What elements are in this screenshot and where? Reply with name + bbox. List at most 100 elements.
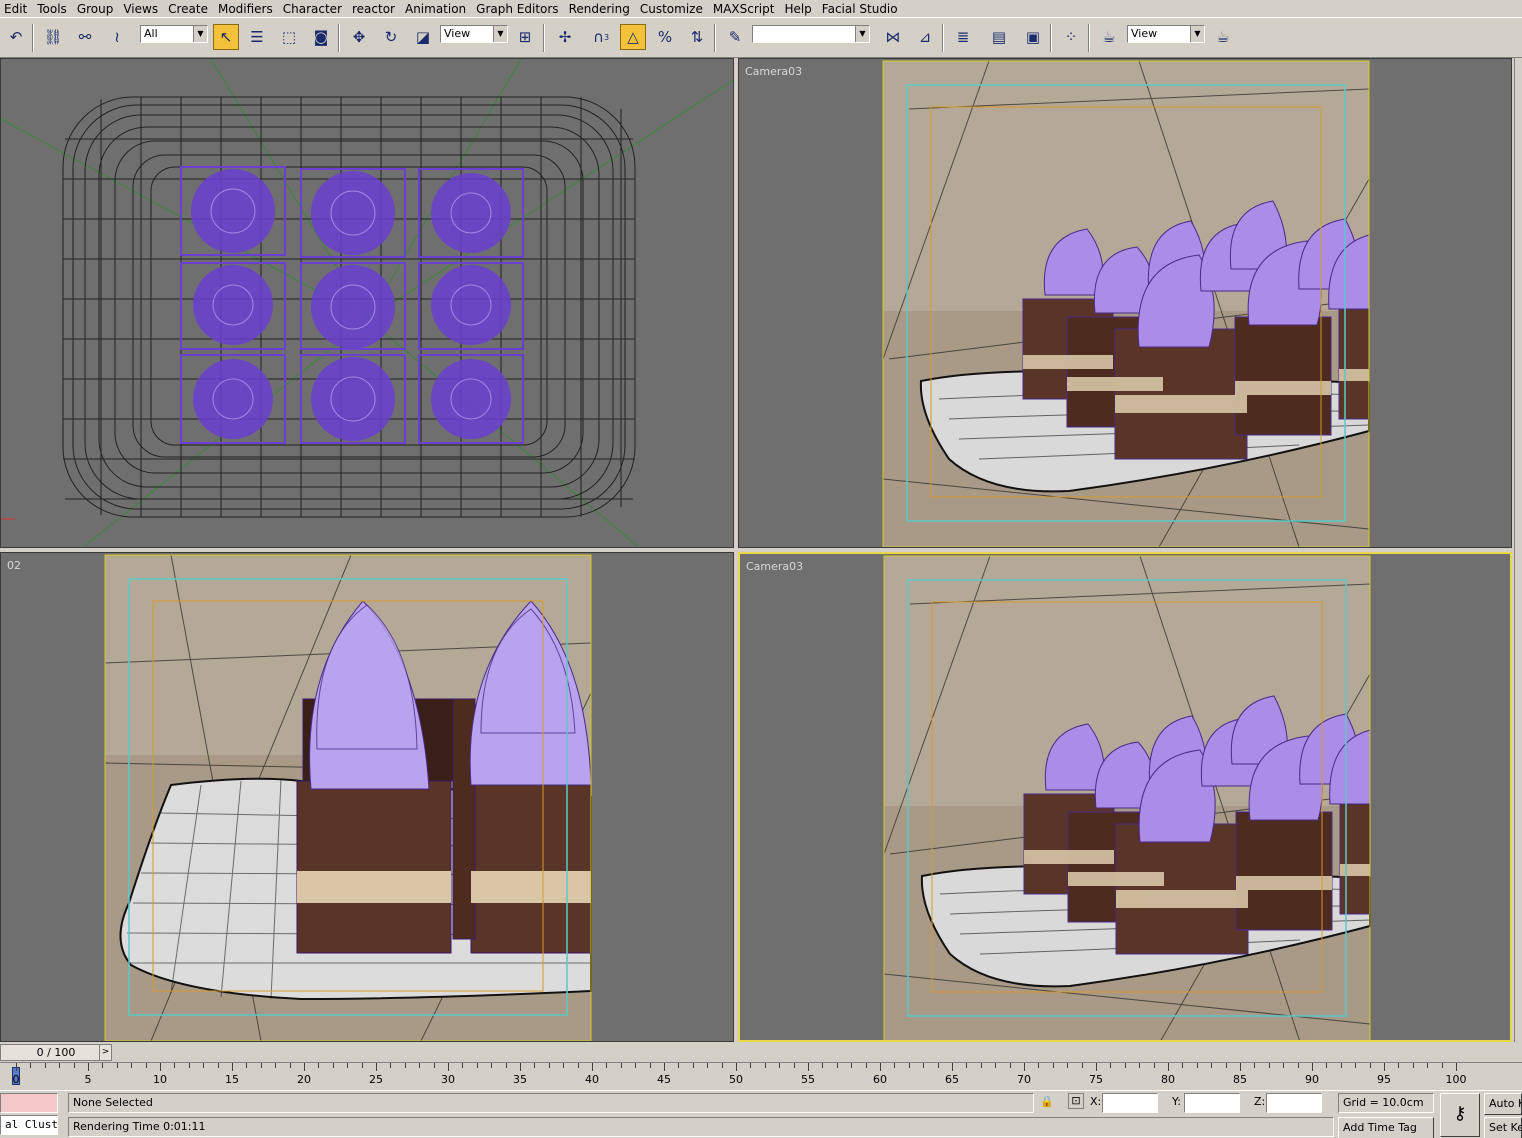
menu-customize[interactable]: Customize (636, 1, 709, 17)
auto-key-button[interactable]: Auto Ke (1484, 1093, 1522, 1115)
track-tick (952, 1063, 953, 1071)
lock-icon[interactable]: 🔒 (1040, 1093, 1054, 1111)
chevron-right-icon[interactable]: > (99, 1045, 111, 1060)
edit-named-selection-icon[interactable]: ✎ (722, 24, 748, 50)
maxscript-listener-pink[interactable] (0, 1093, 58, 1113)
curve-editor-icon[interactable]: ▤ (986, 24, 1012, 50)
menu-group[interactable]: Group (73, 1, 120, 17)
track-tick-label: 45 (657, 1073, 671, 1086)
track-tick-label: 70 (1017, 1073, 1031, 1086)
command-panel-edge (1514, 58, 1522, 1042)
menu-character[interactable]: Character (279, 1, 348, 17)
pivot-center-icon[interactable]: ⊞ (512, 24, 538, 50)
percent-snap-icon[interactable]: % (652, 24, 678, 50)
track-tick (635, 1063, 637, 1068)
viewport-label[interactable]: 02 (7, 559, 21, 572)
maxscript-mini-listener[interactable]: al Clust (0, 1115, 58, 1135)
track-tick-label: 15 (225, 1073, 239, 1086)
unlink-icon[interactable]: ⚯ (72, 24, 98, 50)
snap-toggle-icon[interactable]: ∩ 3 (588, 24, 614, 50)
menu-maxscript[interactable]: MAXScript (709, 1, 781, 17)
bind-space-warp-icon[interactable]: ≀ (104, 24, 130, 50)
viewport-top[interactable] (0, 58, 734, 548)
selection-filter-dropdown[interactable]: All ▼ (140, 25, 208, 43)
render-scene-icon[interactable]: ☕ (1096, 24, 1122, 50)
quick-render-icon[interactable]: ☕ (1210, 24, 1236, 50)
undo-icon[interactable]: ↶ (3, 24, 29, 50)
track-tick (995, 1063, 997, 1068)
menu-rendering[interactable]: Rendering (565, 1, 636, 17)
menu-create[interactable]: Create (164, 1, 214, 17)
track-tick (577, 1063, 579, 1068)
rotate-icon[interactable]: ↻ (378, 24, 404, 50)
menu-graph-editors[interactable]: Graph Editors (472, 1, 564, 17)
mirror-icon[interactable]: ⋈ (880, 24, 906, 50)
set-key-button[interactable]: Set Ke (1484, 1117, 1522, 1138)
track-tick (1398, 1063, 1400, 1068)
key-icon[interactable]: ⚷ (1440, 1093, 1480, 1137)
material-editor-icon[interactable]: ⁘ (1058, 24, 1084, 50)
track-tick (548, 1063, 550, 1068)
viewport-camera02[interactable]: 02 (0, 552, 734, 1042)
time-slider-bar: 0 / 100 > (0, 1042, 1522, 1062)
track-tick (376, 1063, 377, 1071)
track-tick (44, 1063, 46, 1068)
window-crossing-icon[interactable]: ◙ (308, 24, 334, 50)
viewport-label[interactable]: Camera03 (746, 560, 803, 573)
frame-display: 0 / 100 (36, 1046, 76, 1059)
select-link-icon[interactable]: ⛓ (40, 24, 66, 50)
track-tick (923, 1063, 925, 1068)
track-tick (894, 1063, 896, 1068)
menu-reactor[interactable]: reactor (348, 1, 401, 17)
track-tick (1312, 1063, 1313, 1071)
add-time-tag-button[interactable]: Add Time Tag (1338, 1117, 1434, 1138)
menu-facial-studio[interactable]: Facial Studio (818, 1, 904, 17)
track-tick (606, 1063, 608, 1068)
toolbar-separator (714, 24, 716, 52)
reference-coordinate-dropdown[interactable]: View ▼ (440, 25, 508, 43)
menu-help[interactable]: Help (780, 1, 817, 17)
track-tick (1096, 1063, 1097, 1071)
y-coordinate-field[interactable] (1184, 1093, 1240, 1113)
absolute-mode-icon[interactable]: ⊡ (1068, 1093, 1084, 1109)
select-object-icon[interactable]: ↖ (213, 24, 239, 50)
schematic-view-icon[interactable]: ▣ (1020, 24, 1046, 50)
rectangular-selection-icon[interactable]: ⬚ (276, 24, 302, 50)
prompt-line: Rendering Time 0:01:11 (68, 1117, 1334, 1137)
menu-tools[interactable]: Tools (33, 1, 73, 17)
move-icon[interactable]: ✥ (346, 24, 372, 50)
viewport-camera03-top[interactable]: Camera03 (738, 58, 1512, 548)
menu-animation[interactable]: Animation (401, 1, 472, 17)
time-slider[interactable]: 0 / 100 > (0, 1044, 112, 1061)
viewport-label[interactable]: Camera03 (745, 65, 802, 78)
scale-icon[interactable]: ◪ (410, 24, 436, 50)
align-icon[interactable]: ⊿ (912, 24, 938, 50)
max-app: Edit Tools Group Views Create Modifiers … (0, 0, 1522, 1138)
menu-edit[interactable]: Edit (0, 1, 33, 17)
track-tick (289, 1063, 291, 1068)
track-tick (361, 1063, 363, 1068)
spinner-snap-icon[interactable]: ⇅ (684, 24, 710, 50)
angle-snap-icon[interactable]: △ (620, 24, 646, 50)
track-tick (102, 1063, 104, 1068)
track-tick (1297, 1063, 1299, 1068)
track-tick-label: 5 (84, 1073, 92, 1086)
render-view-dropdown[interactable]: View ▼ (1127, 25, 1205, 43)
manipulate-icon[interactable]: ✢ (552, 24, 578, 50)
select-by-name-icon[interactable]: ☰ (244, 24, 270, 50)
track-tick (707, 1063, 709, 1068)
viewport-camera03-active[interactable]: Camera03 (738, 552, 1512, 1042)
track-bar[interactable]: 0 5 10 15 20 25 30 35 40 45 50 55 60 65 70 75 80 85 90 95 10… (0, 1062, 1522, 1090)
x-coordinate-field[interactable] (1102, 1093, 1158, 1113)
track-tick (1024, 1063, 1025, 1071)
track-tick (246, 1063, 248, 1068)
menu-views[interactable]: Views (119, 1, 164, 17)
grid-size: Grid = 10.0cm (1338, 1093, 1434, 1113)
track-tick-label: 80 (1161, 1073, 1175, 1086)
selection-status: None Selected (68, 1093, 1034, 1113)
chevron-down-icon: ▼ (193, 26, 207, 42)
z-coordinate-field[interactable] (1266, 1093, 1322, 1113)
layer-manager-icon[interactable]: ≣ (950, 24, 976, 50)
menu-modifiers[interactable]: Modifiers (214, 1, 279, 17)
named-selection-dropdown[interactable]: ▼ (752, 25, 870, 43)
